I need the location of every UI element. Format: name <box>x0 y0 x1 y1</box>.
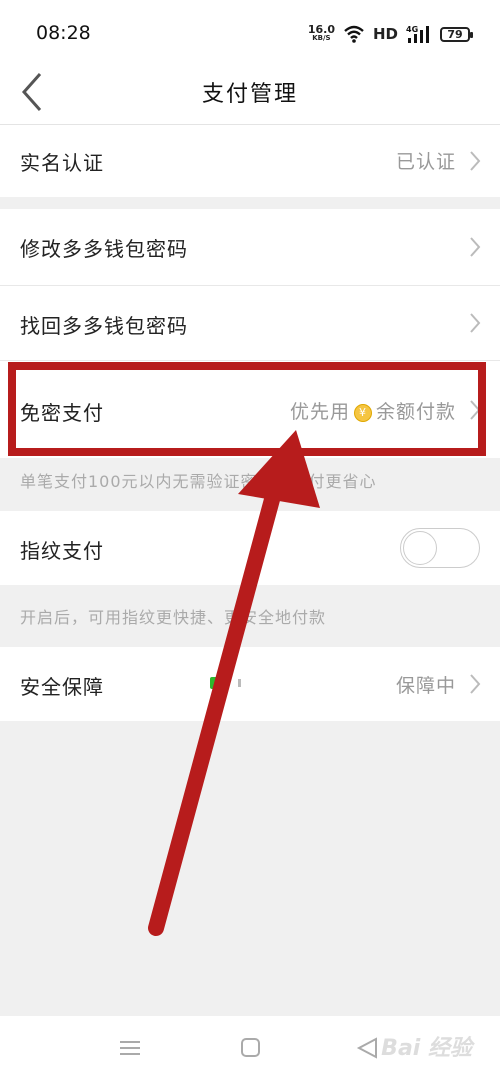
realname-status: 已认证 <box>395 151 456 173</box>
watermark: Bai 经验 <box>381 1036 472 1061</box>
status-icons: 16.0 KB/S HD 4G 79 <box>307 22 473 46</box>
nopwd-hint: 单笔支付100元以内无需验证密码，支付更省心 <box>20 472 377 491</box>
fingerprint-toggle[interactable] <box>400 528 480 568</box>
change-password-label: 修改多多钱包密码 <box>20 237 188 261</box>
fingerprint-hint: 开启后，可用指纹更快捷、更安全地付款 <box>20 608 327 627</box>
row-recover-password[interactable]: 找回多多钱包密码 <box>0 286 500 360</box>
row-change-password[interactable]: 修改多多钱包密码 <box>0 209 500 285</box>
svg-text:4G: 4G <box>406 25 418 34</box>
signal-icon: 4G <box>406 25 429 43</box>
fingerprint-label: 指纹支付 <box>20 539 104 563</box>
row-realname[interactable]: 实名认证 已认证 <box>0 125 500 197</box>
annotation-box <box>8 362 486 456</box>
network-speed: 16.0 KB/S <box>307 23 335 42</box>
shield-icon <box>210 677 241 689</box>
row-fingerprint[interactable]: 指纹支付 <box>0 511 500 585</box>
status-time: 08:28 <box>36 22 91 44</box>
chevron-right-icon <box>470 674 481 694</box>
security-status: 保障中 <box>395 675 456 697</box>
realname-label: 实名认证 <box>20 151 104 175</box>
page-title: 支付管理 <box>201 82 298 107</box>
security-label: 安全保障 <box>20 675 104 699</box>
header: 支付管理 <box>0 62 500 125</box>
wifi-icon <box>344 25 364 43</box>
toggle-knob <box>403 531 437 565</box>
status-bar: 08:28 16.0 KB/S HD 4G 79 <box>0 0 500 62</box>
chevron-right-icon <box>470 151 481 171</box>
battery-icon: 79 <box>440 26 473 42</box>
home-square-icon[interactable] <box>240 1036 262 1060</box>
row-security[interactable]: 安全保障 保障中 <box>0 647 500 721</box>
hd-indicator: HD <box>372 25 398 43</box>
menu-icon[interactable] <box>120 1036 140 1060</box>
chevron-right-icon <box>470 237 481 257</box>
chevron-right-icon <box>470 313 481 333</box>
back-triangle-icon[interactable] <box>356 1036 378 1060</box>
recover-password-label: 找回多多钱包密码 <box>20 314 188 338</box>
